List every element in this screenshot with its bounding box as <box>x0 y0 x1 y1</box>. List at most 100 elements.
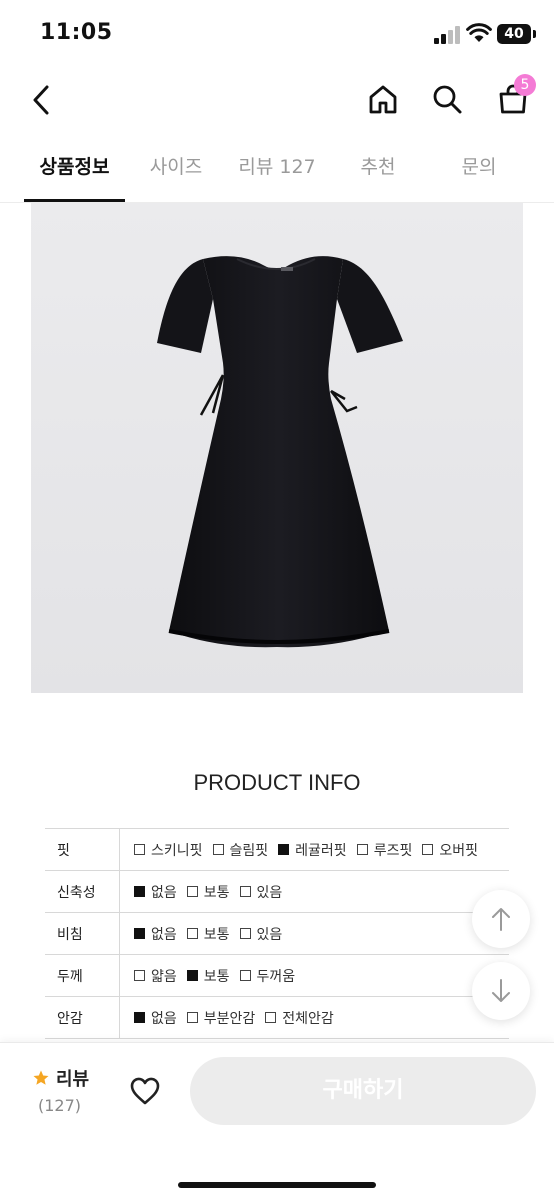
cart-count-badge: 5 <box>514 74 536 96</box>
checkbox-empty-icon <box>134 843 145 855</box>
info-row: 신축성 없음 보통 있음 <box>45 870 509 913</box>
info-row-options: 없음 보통 있음 <box>119 912 509 955</box>
review-count[interactable]: (127) <box>38 1096 81 1115</box>
checkbox-checked-icon <box>278 843 290 855</box>
checkbox-empty-icon <box>239 927 251 939</box>
dress-illustration <box>157 256 403 648</box>
checkbox-empty-icon <box>134 969 145 981</box>
signal-icon <box>434 26 462 44</box>
info-option-text: 스키니핏 <box>151 842 203 859</box>
info-row: 비침 없음 보통 있음 <box>45 912 509 955</box>
review-label[interactable]: 리뷰 <box>56 1065 89 1091</box>
info-option-text: 보통 <box>203 884 230 901</box>
app-header <box>0 66 554 136</box>
info-option: 보통 <box>186 882 230 902</box>
info-row: 두께 얇음 보통 두꺼움 <box>45 954 509 997</box>
info-option: 두꺼움 <box>239 966 296 986</box>
checkbox-checked-icon <box>134 885 145 897</box>
checkbox-empty-icon <box>422 843 434 855</box>
checkbox-checked-icon <box>134 1011 145 1023</box>
info-row: 핏 스키니핏 슬림핏 레귤러핏 루즈핏 오버핏 <box>45 828 509 871</box>
info-option: 없음 <box>134 1008 177 1028</box>
info-option: 없음 <box>134 882 177 902</box>
info-option-text: 두꺼움 <box>256 968 296 985</box>
info-option-text: 보통 <box>203 926 230 943</box>
tab-product-info[interactable]: 상품정보 <box>24 140 125 200</box>
checkbox-empty-icon <box>186 927 198 939</box>
checkbox-empty-icon <box>212 843 224 855</box>
info-option-text: 루즈핏 <box>373 842 413 859</box>
info-option: 부분안감 <box>186 1008 256 1028</box>
checkbox-checked-icon <box>134 927 145 939</box>
active-tab-indicator <box>24 199 125 202</box>
info-option: 오버핏 <box>422 840 478 860</box>
arrow-down-icon <box>492 979 510 1002</box>
status-time: 11:05 <box>40 20 113 45</box>
battery-tip <box>533 30 536 38</box>
tab-reviews[interactable]: 리뷰 127 <box>230 140 324 200</box>
info-option: 보통 <box>186 924 230 944</box>
info-option: 슬림핏 <box>212 840 269 860</box>
status-bar: 11:05 40 <box>0 0 554 66</box>
checkbox-empty-icon <box>265 1011 277 1023</box>
heart-icon <box>130 1077 160 1105</box>
info-option: 전체안감 <box>265 1008 334 1028</box>
info-row-label: 안감 <box>45 996 120 1039</box>
info-option: 루즈핏 <box>356 840 413 860</box>
scroll-bottom-button[interactable] <box>472 962 530 1020</box>
scroll-top-button[interactable] <box>472 890 530 948</box>
tab-size[interactable]: 사이즈 <box>130 140 222 200</box>
wifi-icon <box>466 22 492 44</box>
star-icon <box>33 1070 49 1085</box>
info-option: 스키니핏 <box>134 840 203 860</box>
back-button[interactable] <box>22 80 62 120</box>
info-option: 얇음 <box>134 966 177 986</box>
tab-recommend[interactable]: 추천 <box>340 140 416 200</box>
info-option-text: 있음 <box>256 926 283 943</box>
info-option-text: 슬림핏 <box>229 842 269 859</box>
info-option-text: 레귤러핏 <box>295 842 347 859</box>
info-row-label: 두께 <box>45 954 120 997</box>
info-row: 안감 없음 부분안감 전체안감 <box>45 996 509 1039</box>
tab-inquiry[interactable]: 문의 <box>440 140 518 200</box>
info-option-text: 보통 <box>203 968 230 985</box>
search-icon <box>433 85 462 114</box>
info-option: 없음 <box>134 924 177 944</box>
info-option-text: 없음 <box>151 926 177 943</box>
product-image <box>31 203 523 693</box>
info-row-options: 얇음 보통 두꺼움 <box>119 954 509 997</box>
home-icon <box>369 85 397 114</box>
arrow-up-icon <box>492 908 510 931</box>
home-button[interactable] <box>362 78 404 120</box>
info-option-text: 없음 <box>151 884 177 901</box>
bottom-action-bar: 리뷰 (127) 구매하기 <box>0 1042 554 1201</box>
checkbox-empty-icon <box>239 969 251 981</box>
info-row-options: 없음 부분안감 전체안감 <box>119 996 509 1039</box>
checkbox-empty-icon <box>356 843 368 855</box>
checkbox-empty-icon <box>186 1011 198 1023</box>
info-option-text: 얇음 <box>151 968 177 985</box>
info-row-options: 스키니핏 슬림핏 레귤러핏 루즈핏 오버핏 <box>119 828 509 871</box>
checkbox-empty-icon <box>186 885 198 897</box>
info-option-text: 오버핏 <box>439 842 478 859</box>
info-row-label: 신축성 <box>45 870 120 913</box>
info-option-text: 있음 <box>256 884 283 901</box>
checkbox-checked-icon <box>186 969 198 981</box>
info-option-text: 부분안감 <box>203 1010 256 1027</box>
info-option-text: 전체안감 <box>282 1010 334 1027</box>
product-info-table: 핏 스키니핏 슬림핏 레귤러핏 루즈핏 오버핏 신축성 없음 보통 있음 비침 없음 보통 있음 두께 얇음 보… <box>45 828 509 1039</box>
buy-button[interactable]: 구매하기 <box>190 1057 536 1125</box>
checkbox-empty-icon <box>239 885 251 897</box>
info-option: 레귤러핏 <box>278 840 347 860</box>
info-option-text: 없음 <box>151 1010 177 1027</box>
product-tabs: 상품정보 사이즈 리뷰 127 추천 문의 <box>0 140 554 203</box>
info-row-label: 비침 <box>45 912 120 955</box>
chevron-left-icon <box>33 85 49 115</box>
search-button[interactable] <box>426 78 468 120</box>
info-row-label: 핏 <box>45 828 120 871</box>
info-option: 있음 <box>239 924 283 944</box>
info-option: 있음 <box>239 882 283 902</box>
battery-icon: 40 <box>497 24 531 44</box>
like-button[interactable] <box>126 1073 164 1109</box>
product-info-title: PRODUCT INFO <box>193 770 361 795</box>
